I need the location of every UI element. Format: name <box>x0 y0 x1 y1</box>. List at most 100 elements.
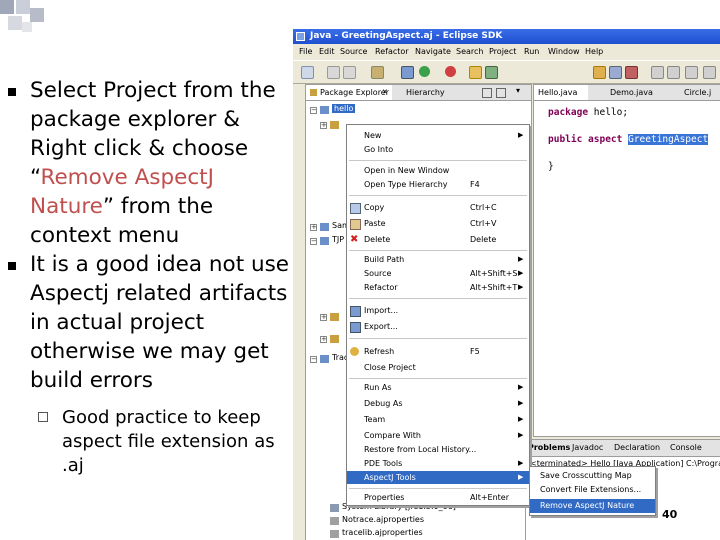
menu-item-paste[interactable]: Paste Ctrl+V <box>347 217 529 230</box>
submenu-arrow-icon: ▶ <box>518 255 524 263</box>
menu-item-run-as[interactable]: Run As ▶ <box>347 381 529 394</box>
external-tools-icon[interactable] <box>445 66 456 77</box>
bullet-item: Select Project from the package explorer… <box>8 76 293 250</box>
menu-item-import[interactable]: Import... <box>347 304 529 317</box>
tab-package-explorer-label: Package Explorer <box>320 88 390 97</box>
code-editor[interactable]: package hello; public aspect GreetingAsp… <box>533 100 720 437</box>
decorative-square <box>8 16 22 30</box>
menu-item-label: Source <box>364 269 392 278</box>
new-icon[interactable] <box>301 66 314 79</box>
menu-item-compare-with[interactable]: Compare With ▶ <box>347 429 529 442</box>
new-package-icon[interactable] <box>469 66 482 79</box>
menu-separator <box>349 338 527 339</box>
view-menu-icon[interactable]: ▾ <box>516 86 520 95</box>
project-folder-icon <box>320 223 329 231</box>
search-icon[interactable] <box>609 66 622 79</box>
forward-icon[interactable] <box>703 66 716 79</box>
menu-run[interactable]: Run <box>524 45 539 59</box>
expand-icon[interactable]: + <box>320 122 327 129</box>
menu-separator <box>349 488 527 489</box>
run-icon[interactable] <box>419 66 430 77</box>
menu-source[interactable]: Source <box>340 45 367 59</box>
menu-project[interactable]: Project <box>489 45 516 59</box>
menu-item-label: Properties <box>364 493 405 502</box>
menu-item-pde-tools[interactable]: PDE Tools ▶ <box>347 457 529 470</box>
menu-item-new[interactable]: New ▶ <box>347 129 529 142</box>
minimize-icon[interactable] <box>482 88 492 98</box>
menu-item-delete[interactable]: ✖ Delete Delete <box>347 233 529 246</box>
project-folder-icon <box>320 106 329 114</box>
menu-item-build-path[interactable]: Build Path ▶ <box>347 253 529 266</box>
tab-editor-hello[interactable]: Hello.java <box>534 85 588 100</box>
bullet-square-icon <box>8 88 16 96</box>
menu-item-restore-local-history[interactable]: Restore from Local History... <box>347 443 529 456</box>
context-menu: New ▶ Go Into Open in New Window Open Typ… <box>346 124 530 506</box>
menu-file[interactable]: File <box>299 45 312 59</box>
menu-item-shortcut: Alt+Enter <box>470 493 510 502</box>
menu-item-aspectj-tools[interactable]: AspectJ Tools ▶ <box>347 471 529 484</box>
tree-item-label: hello <box>332 104 356 113</box>
tab-hierarchy[interactable]: Hierarchy <box>406 85 445 100</box>
next-annotation-icon[interactable] <box>651 66 664 79</box>
expand-icon[interactable]: − <box>310 238 317 245</box>
menu-item-open-type-hierarchy[interactable]: Open Type Hierarchy F4 <box>347 178 529 191</box>
menu-item-refresh[interactable]: Refresh F5 <box>347 345 529 358</box>
back-icon[interactable] <box>685 66 698 79</box>
refresh-icon <box>350 347 359 356</box>
menu-item-debug-as[interactable]: Debug As ▶ <box>347 397 529 410</box>
debug-icon[interactable] <box>401 66 414 79</box>
menu-help[interactable]: Help <box>585 45 603 59</box>
eclipse-window: Java - GreetingAspect.aj - Eclipse SDK F… <box>293 29 720 540</box>
menu-item-go-into[interactable]: Go Into <box>347 143 529 156</box>
menu-item-copy[interactable]: Copy Ctrl+C <box>347 201 529 214</box>
menu-navigate[interactable]: Navigate <box>415 45 451 59</box>
build-icon[interactable] <box>371 66 384 79</box>
menu-item-refactor[interactable]: Refactor Alt+Shift+T ▶ <box>347 281 529 294</box>
menu-item-open-new-window[interactable]: Open in New Window <box>347 164 529 177</box>
code-line: package hello; <box>548 107 628 118</box>
menu-item-remove-aspectj-nature[interactable]: Remove AspectJ Nature <box>530 499 655 513</box>
tab-package-explorer[interactable]: Package Explorer ✕ <box>306 85 392 100</box>
pencil-icon[interactable] <box>625 66 638 79</box>
tab-editor-demo[interactable]: Demo.java <box>610 85 653 100</box>
save-icon[interactable] <box>327 66 340 79</box>
menu-window[interactable]: Window <box>548 45 580 59</box>
menu-item-export[interactable]: Export... <box>347 320 529 333</box>
menu-item-label: Team <box>364 415 386 424</box>
menu-item-convert-file-extensions[interactable]: Convert File Extensions... <box>530 483 655 497</box>
paste-icon <box>350 219 361 230</box>
print-icon[interactable] <box>343 66 356 79</box>
expand-icon[interactable]: + <box>310 224 317 231</box>
menu-item-team[interactable]: Team ▶ <box>347 413 529 426</box>
submenu-arrow-icon: ▶ <box>518 415 524 423</box>
previous-annotation-icon[interactable] <box>667 66 680 79</box>
menu-item-save-crosscutting-map[interactable]: Save Crosscutting Map <box>530 469 655 483</box>
expand-icon[interactable]: − <box>310 356 317 363</box>
decorative-square <box>0 0 14 14</box>
tab-console[interactable]: Console <box>670 440 702 456</box>
expand-icon[interactable]: + <box>320 336 327 343</box>
maximize-icon[interactable] <box>496 88 506 98</box>
menu-item-properties[interactable]: Properties Alt+Enter <box>347 491 529 504</box>
menu-item-label: Delete <box>364 235 391 244</box>
file-icon <box>330 530 339 538</box>
decorative-square <box>22 22 32 32</box>
close-icon[interactable]: ✕ <box>382 85 388 100</box>
open-type-icon[interactable] <box>593 66 606 79</box>
tab-javadoc[interactable]: Javadoc <box>572 440 603 456</box>
bullet-square-icon <box>8 262 16 270</box>
menu-item-source[interactable]: Source Alt+Shift+S ▶ <box>347 267 529 280</box>
new-class-icon[interactable] <box>485 66 498 79</box>
expand-icon[interactable]: − <box>310 107 317 114</box>
tab-editor-circle[interactable]: Circle.j <box>684 85 711 100</box>
menu-search[interactable]: Search <box>456 45 483 59</box>
tab-problems[interactable]: Problems <box>528 440 570 456</box>
menu-refactor[interactable]: Refactor <box>375 45 409 59</box>
menu-separator <box>349 160 527 161</box>
tab-declaration[interactable]: Declaration <box>614 440 660 456</box>
menu-item-close-project[interactable]: Close Project <box>347 361 529 374</box>
expand-icon[interactable]: + <box>320 314 327 321</box>
menu-edit[interactable]: Edit <box>319 45 335 59</box>
submenu-arrow-icon: ▶ <box>518 431 524 439</box>
menu-item-label: Compare With <box>364 431 421 440</box>
